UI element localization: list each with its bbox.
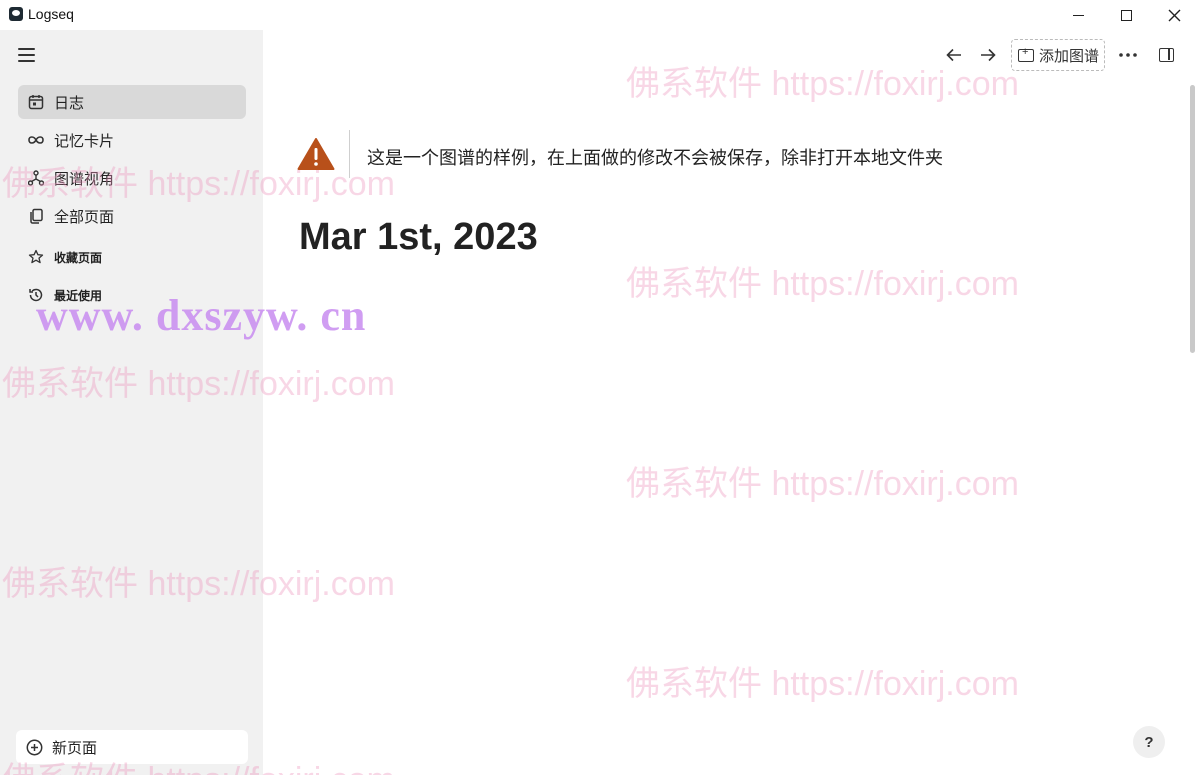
sidebar-item-label: 收藏页面: [54, 250, 103, 265]
sidebar-item-graph-view[interactable]: 图谱视角: [18, 161, 246, 195]
main-content: 添加图谱 这是一个图谱的样例，在上面做的修改不会被保存，除非打开本地文件夹 Ma…: [263, 30, 1200, 775]
history-icon: [27, 286, 45, 304]
new-page-label: 新页面: [52, 739, 98, 757]
more-icon: [1119, 53, 1137, 57]
sidebar-item-all-pages[interactable]: 全部页面: [18, 199, 246, 233]
sidebar-item-label: 记忆卡片: [54, 132, 115, 150]
pages-icon: [27, 207, 45, 225]
graph-icon: [27, 169, 45, 187]
sidebar-item-label: 图谱视角: [54, 170, 115, 188]
help-button[interactable]: ?: [1133, 726, 1165, 758]
add-graph-button[interactable]: 添加图谱: [1011, 39, 1105, 71]
notice-divider: [349, 130, 350, 178]
journal-page-title[interactable]: Mar 1st, 2023: [299, 216, 538, 259]
logseq-logo-icon: [9, 7, 23, 21]
sidebar-item-flashcards[interactable]: 记忆卡片: [18, 123, 246, 157]
plus-circle-icon: [25, 738, 43, 756]
toggle-right-sidebar-button[interactable]: [1153, 42, 1179, 68]
sidebar-item-journals[interactable]: 日志: [18, 85, 246, 119]
sidebar-item-recent[interactable]: 最近使用: [18, 278, 246, 312]
forward-button[interactable]: [975, 42, 1001, 68]
arrow-right-icon: [981, 48, 996, 62]
sidebar-item-favorites[interactable]: 收藏页面: [18, 240, 246, 274]
panel-icon: [1158, 48, 1174, 62]
minimize-icon: [1072, 14, 1084, 16]
maximize-button[interactable]: [1102, 0, 1150, 30]
left-sidebar: 日志 记忆卡片 图谱视角 全部页面 收藏页面 最近使用 新页面: [0, 30, 263, 775]
sidebar-item-label: 日志: [54, 94, 85, 112]
sidebar-item-label: 最近使用: [54, 288, 103, 303]
star-icon: [27, 248, 45, 266]
minimize-button[interactable]: [1054, 0, 1102, 30]
app-title: Logseq: [28, 6, 74, 22]
new-page-button[interactable]: 新页面: [16, 730, 248, 764]
infinity-icon: [27, 131, 45, 149]
calendar-icon: [27, 93, 45, 111]
close-button[interactable]: [1150, 0, 1198, 30]
arrow-left-icon: [946, 48, 961, 62]
scrollbar[interactable]: [1190, 85, 1195, 353]
demo-graph-notice: 这是一个图谱的样例，在上面做的修改不会被保存，除非打开本地文件夹: [297, 130, 1017, 178]
sidebar-item-label: 全部页面: [54, 208, 115, 226]
title-bar: Logseq: [0, 0, 1200, 30]
close-icon: [1168, 9, 1180, 21]
folder-plus-icon: [1018, 46, 1034, 62]
warning-icon: [297, 138, 335, 170]
hamburger-icon[interactable]: [18, 48, 36, 62]
more-button[interactable]: [1115, 42, 1141, 68]
notice-text: 这是一个图谱的样例，在上面做的修改不会被保存，除非打开本地文件夹: [367, 148, 943, 168]
maximize-icon: [1120, 9, 1132, 21]
add-graph-label: 添加图谱: [1039, 47, 1100, 65]
back-button[interactable]: [941, 42, 967, 68]
